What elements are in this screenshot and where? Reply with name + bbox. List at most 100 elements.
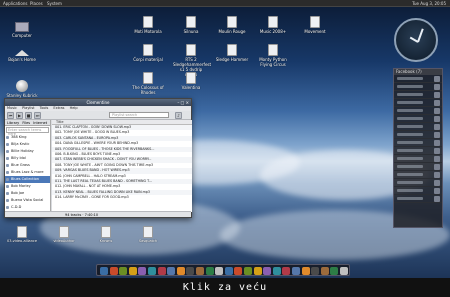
dock-launcher-icon[interactable]: [272, 267, 281, 275]
dock-launcher-icon[interactable]: [215, 267, 224, 275]
image-caption[interactable]: Klik za veću: [0, 278, 450, 297]
dock-launcher-icon[interactable]: [263, 267, 272, 275]
library-item[interactable]: Bob Marley: [5, 183, 50, 190]
dock-launcher-icon[interactable]: [292, 267, 300, 275]
menu-playlist[interactable]: Playlist: [22, 106, 34, 110]
system-menu[interactable]: System: [47, 0, 62, 7]
dock-launcher-icon[interactable]: [224, 267, 233, 275]
contact-row[interactable]: [394, 171, 442, 179]
contact-row[interactable]: [394, 99, 442, 107]
contact-row[interactable]: [394, 139, 442, 147]
stop-button[interactable]: ■: [25, 112, 32, 119]
dock-launcher-icon[interactable]: [196, 267, 204, 275]
dock-launcher-icon[interactable]: [234, 267, 243, 275]
contact-row[interactable]: [394, 195, 442, 203]
applications-menu[interactable]: Applications: [3, 0, 27, 7]
library-item[interactable]: Blue Grass: [5, 162, 50, 169]
desktop-icon-doc[interactable]: Ćorpi materijal: [130, 44, 166, 62]
next-track-button[interactable]: ⏭: [34, 112, 41, 119]
avatar: [434, 188, 440, 194]
contact-row[interactable]: [394, 187, 442, 195]
tab-files[interactable]: Files: [22, 121, 30, 125]
play-pause-button[interactable]: ▶: [16, 112, 23, 119]
library-item[interactable]: Blues Collection: [5, 176, 50, 183]
desktop-icon-bottom[interactable]: Sasquatch: [130, 226, 166, 244]
avatar: [434, 76, 440, 82]
table-row[interactable]: 014. LARRY McCRAY - GONE FOR GOOD.mp3: [52, 195, 192, 200]
contact-row[interactable]: [394, 107, 442, 115]
desktop-screenshot: Applications Places System Tue Aug 3, 20…: [0, 0, 450, 278]
document-icon: [143, 44, 153, 56]
window-titlebar[interactable]: Clementine – □ ×: [5, 99, 191, 106]
dock-launcher-icon[interactable]: [176, 267, 185, 275]
dock-launcher-icon[interactable]: [320, 267, 329, 275]
dock-launcher-icon[interactable]: [301, 267, 310, 275]
desktop-icon-bottom[interactable]: 03-video-alliance: [4, 226, 40, 244]
contact-row[interactable]: [394, 75, 442, 83]
dock-launcher-icon[interactable]: [119, 267, 128, 275]
dock-launcher-icon[interactable]: [100, 267, 108, 275]
document-icon: [227, 44, 237, 56]
dock-launcher-icon[interactable]: [138, 267, 147, 275]
contact-row[interactable]: [394, 179, 442, 187]
desktop-icon-doc[interactable]: Silnuna: [173, 16, 209, 34]
dock-launcher-icon[interactable]: [148, 267, 156, 275]
desktop-icon-computer[interactable]: Computer: [4, 22, 40, 38]
desktop-icon-bottom[interactable]: videoAuthor: [46, 226, 82, 244]
menu-extras[interactable]: Extras: [53, 106, 64, 110]
window-controls[interactable]: – □ ×: [177, 100, 189, 105]
contact-row[interactable]: [394, 123, 442, 131]
menu-help[interactable]: Help: [70, 106, 78, 110]
library-item[interactable]: Bilja Krstic: [5, 141, 50, 148]
menu-music[interactable]: Music: [7, 106, 17, 110]
dock-launcher-icon[interactable]: [311, 267, 320, 275]
dock-launcher-icon[interactable]: [157, 267, 166, 275]
dock-launcher-icon[interactable]: [167, 267, 176, 275]
tab-library[interactable]: Library: [7, 121, 19, 125]
library-item[interactable]: C-D-D: [5, 204, 50, 211]
volume-icon[interactable]: ♪: [175, 112, 182, 119]
library-item[interactable]: Buena Vista Social: [5, 197, 50, 204]
dock-launcher-icon[interactable]: [340, 267, 348, 275]
desktop-icon-doc[interactable]: Movement: [297, 16, 333, 34]
library-item[interactable]: Billie Holiday: [5, 148, 50, 155]
menu-tools[interactable]: Tools: [40, 106, 49, 110]
library-item[interactable]: Blues Lazz & more: [5, 169, 50, 176]
desktop-icon-doc[interactable]: Music 2008+: [255, 16, 291, 34]
dock-launcher-icon[interactable]: [128, 267, 137, 275]
desktop-icon-bottom[interactable]: Krowns: [88, 226, 124, 244]
contact-row[interactable]: [394, 147, 442, 155]
dock-launcher-icon[interactable]: [109, 267, 118, 275]
desktop-icon-doc[interactable]: Valentina: [173, 72, 209, 90]
library-filter-input[interactable]: Enter search terms here: [6, 127, 49, 136]
library-item[interactable]: Bob Joe: [5, 190, 50, 197]
panel-clock[interactable]: Tue Aug 3, 20:05: [412, 0, 446, 7]
desktop-icon-kubrick[interactable]: Stanley Kubrick: [4, 80, 40, 98]
desktop-icon-doc[interactable]: Monty Python Flying Circus: [255, 44, 291, 67]
dock-launcher-icon[interactable]: [186, 267, 195, 275]
contact-row[interactable]: [394, 131, 442, 139]
contact-row[interactable]: [394, 115, 442, 123]
contact-row[interactable]: [394, 83, 442, 91]
library-item[interactable]: Billy Idol: [5, 155, 50, 162]
desktop-icon-doc[interactable]: Moti Motorola: [130, 16, 166, 34]
desktop-icon-doc[interactable]: Moulin Rouge: [214, 16, 250, 34]
desktop-icon-home[interactable]: Bojan's Home: [4, 50, 40, 62]
desktop-icon-doc[interactable]: Sledge Hammer: [214, 44, 250, 62]
dock-launcher-icon[interactable]: [205, 267, 214, 275]
contact-row[interactable]: [394, 155, 442, 163]
dock-launcher-icon[interactable]: [330, 267, 339, 275]
places-menu[interactable]: Places: [30, 0, 43, 7]
tab-internet[interactable]: Internet: [33, 121, 47, 125]
dock-launcher-icon[interactable]: [253, 267, 262, 275]
dock-launcher-icon[interactable]: [244, 267, 252, 275]
previous-track-button[interactable]: ⏮: [7, 112, 14, 119]
dock-launcher-icon[interactable]: [282, 267, 291, 275]
contact-row[interactable]: [394, 163, 442, 171]
playlist-search-input[interactable]: Playlist search: [109, 112, 169, 118]
library-item[interactable]: 388 King: [5, 134, 50, 141]
contact-name: [397, 141, 423, 144]
contact-row[interactable]: [394, 91, 442, 99]
desktop-icon-doc[interactable]: The Colossus of Rhodes: [130, 72, 166, 95]
playlist-view: Title 001. ERIC CLAPTON - GOIN' DOWN SLO…: [52, 120, 192, 212]
